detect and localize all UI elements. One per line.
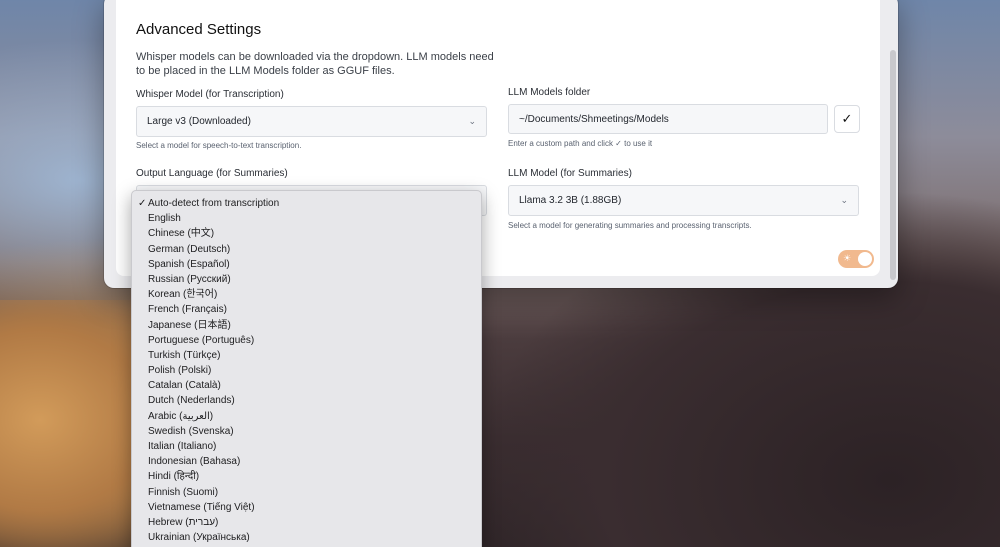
window-scrollbar[interactable] xyxy=(890,50,896,280)
output-language-dropdown: ✓ Auto-detect from transcription English Ch… xyxy=(131,190,482,547)
section-description: Whisper models can be downloaded via the… xyxy=(136,51,494,77)
language-option-label: Ukrainian (Українська) xyxy=(148,532,250,544)
whisper-model-select[interactable]: Large v3 (Downloaded) ⌄ xyxy=(136,106,487,137)
language-option-label: Finnish (Suomi) xyxy=(148,486,219,498)
language-option-label: Portuguese (Português) xyxy=(148,334,255,346)
language-option-label: Italian (Italiano) xyxy=(148,441,217,452)
whisper-model-help: Select a model for speech-to-text transc… xyxy=(136,141,302,150)
language-option[interactable]: Italian (Italiano) xyxy=(132,439,481,454)
checkmark-icon: ✓ xyxy=(138,198,147,209)
llm-model-label: LLM Model (for Summaries) xyxy=(508,168,632,179)
llm-model-value: Llama 3.2 3B (1.88GB) xyxy=(519,195,622,206)
language-option-label: Russian (Русский) xyxy=(148,273,231,285)
language-option[interactable]: Chinese (中文) xyxy=(132,226,481,241)
llm-model-help: Select a model for generating summaries … xyxy=(508,221,752,230)
language-option[interactable]: Portuguese (Português) xyxy=(132,333,481,348)
language-option[interactable]: Vietnamese (Tiếng Việt) xyxy=(132,500,481,515)
language-option[interactable]: Arabic (العربية) xyxy=(132,409,481,424)
theme-toggle[interactable]: ☀ xyxy=(838,250,874,268)
language-option[interactable]: Russian (Русский) xyxy=(132,272,481,287)
language-option-label: Hindi (हिन्दी) xyxy=(148,471,200,483)
language-option[interactable]: Japanese (日本語) xyxy=(132,318,481,333)
chevron-down-icon: ⌄ xyxy=(468,116,476,126)
language-option[interactable]: Indonesian (Bahasa) xyxy=(132,454,481,469)
language-option-label: Indonesian (Bahasa) xyxy=(148,456,241,468)
language-option[interactable]: Hindi (हिन्दी) xyxy=(132,469,481,484)
section-title: Advanced Settings xyxy=(136,21,262,38)
language-option[interactable]: English xyxy=(132,211,481,226)
whisper-model-label: Whisper Model (for Transcription) xyxy=(136,89,284,100)
language-option-label: Polish (Polski) xyxy=(148,365,212,377)
language-option[interactable]: Korean (한국어) xyxy=(132,287,481,302)
language-option[interactable]: Spanish (Español) xyxy=(132,257,481,272)
language-option-label: English xyxy=(148,213,181,225)
language-option[interactable]: French (Français) xyxy=(132,302,481,317)
llm-model-select[interactable]: Llama 3.2 3B (1.88GB) ⌄ xyxy=(508,185,859,216)
checkmark-icon: ✓ xyxy=(841,111,853,126)
language-option-label: Auto-detect from transcription xyxy=(148,198,280,209)
sun-icon: ☀ xyxy=(843,253,852,263)
llm-folder-input[interactable]: ~/Documents/Shmeetings/Models xyxy=(508,104,828,134)
language-option-label: Japanese (日本語) xyxy=(148,319,231,331)
language-option[interactable]: Finnish (Suomi) xyxy=(132,485,481,500)
language-option-label: Spanish (Español) xyxy=(148,258,230,270)
language-option[interactable]: Turkish (Türkçe) xyxy=(132,348,481,363)
llm-folder-help: Enter a custom path and click ✓ to use i… xyxy=(508,139,653,148)
language-option-label: Vietnamese (Tiếng Việt) xyxy=(148,501,255,513)
language-option[interactable]: Catalan (Català) xyxy=(132,378,481,393)
language-option-label: Dutch (Nederlands) xyxy=(148,395,235,407)
language-option-label: Hebrew (עברית) xyxy=(148,516,219,528)
toggle-knob xyxy=(858,252,872,266)
language-option[interactable]: Dutch (Nederlands) xyxy=(132,393,481,408)
language-option-label: French (Français) xyxy=(148,304,227,316)
language-option-label: German (Deutsch) xyxy=(148,243,231,255)
language-option[interactable]: Polish (Polski) xyxy=(132,363,481,378)
language-option[interactable]: Hebrew (עברית) xyxy=(132,515,481,530)
language-option-label: Arabic (العربية) xyxy=(148,410,214,422)
confirm-folder-button[interactable]: ✓ xyxy=(834,105,860,133)
language-option[interactable]: German (Deutsch) xyxy=(132,242,481,257)
language-option-label: Korean (한국어) xyxy=(148,289,218,301)
llm-folder-label: LLM Models folder xyxy=(508,87,591,98)
language-option[interactable]: Swedish (Svenska) xyxy=(132,424,481,439)
llm-folder-value: ~/Documents/Shmeetings/Models xyxy=(519,113,669,125)
chevron-down-icon: ⌄ xyxy=(840,195,848,205)
language-option[interactable]: ✓ Auto-detect from transcription xyxy=(132,196,481,211)
language-option-label: Swedish (Svenska) xyxy=(148,425,234,437)
whisper-model-value: Large v3 (Downloaded) xyxy=(147,116,251,127)
language-option-label: Chinese (中文) xyxy=(148,228,215,240)
language-option-label: Catalan (Català) xyxy=(148,380,221,392)
language-option-label: Turkish (Türkçe) xyxy=(148,349,221,361)
output-language-label: Output Language (for Summaries) xyxy=(136,168,288,179)
language-option[interactable]: Ukrainian (Українська) xyxy=(132,530,481,545)
